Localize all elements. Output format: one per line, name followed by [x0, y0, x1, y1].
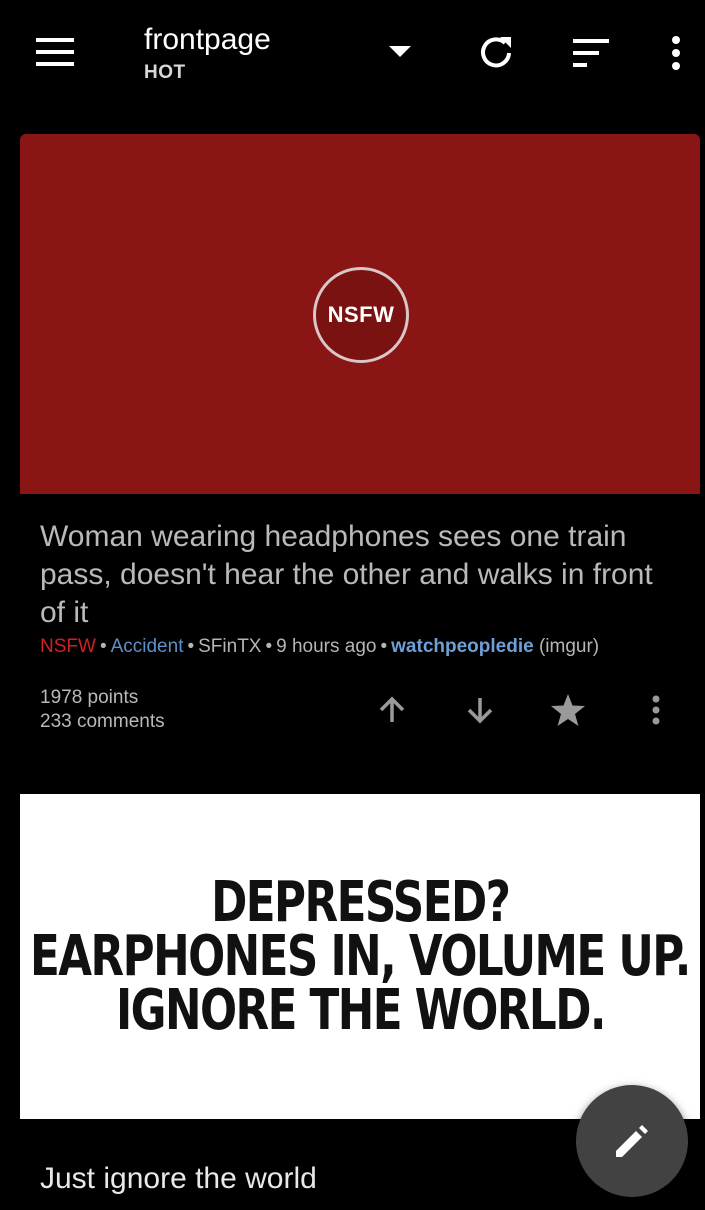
image-text-line: DEPRESSED? [210, 869, 511, 935]
refresh-icon [481, 37, 511, 68]
downvote-button[interactable] [458, 688, 502, 732]
nsfw-badge: NSFW [313, 267, 409, 363]
pencil-icon [616, 1125, 648, 1157]
post-image-thumbnail[interactable]: DEPRESSED? EARPHONES IN, VOLUME UP. IGNO… [20, 794, 700, 1119]
separator-dot: • [265, 636, 273, 657]
compose-post-button[interactable] [576, 1085, 688, 1197]
post-comments[interactable]: 233 comments [40, 710, 165, 734]
post-more-button[interactable] [634, 688, 678, 732]
refresh-button[interactable] [470, 26, 522, 78]
post-flair: Accident [110, 636, 184, 657]
save-star-button[interactable] [546, 688, 590, 732]
page-title: frontpage [144, 23, 271, 56]
overflow-icon [672, 36, 680, 70]
dropdown-arrow-icon [389, 46, 411, 57]
post-subreddit[interactable]: watchpeopledie [391, 636, 534, 657]
app-root: frontpage HOT NSFW Woman wearing headpho… [0, 0, 705, 1210]
post-time: 9 hours ago [276, 636, 377, 657]
upvote-button[interactable] [370, 688, 414, 732]
overflow-menu-button[interactable] [656, 28, 696, 78]
subreddit-dropdown-button[interactable] [380, 32, 420, 72]
post-title[interactable]: Just ignore the world [40, 1160, 670, 1198]
more-vert-icon [652, 695, 660, 725]
arrow-down-icon [467, 698, 493, 724]
post-meta: NSFW • Accident • SFinTX • 9 hours ago • watchpe… [40, 636, 599, 658]
star-icon [551, 694, 585, 726]
subreddit-title-block[interactable]: frontpage HOT [144, 22, 271, 84]
arrow-up-icon [379, 696, 405, 722]
post-thumbnail-nsfw[interactable]: NSFW [20, 134, 700, 494]
sort-label: HOT [144, 62, 186, 83]
sort-icon [573, 39, 609, 67]
post-title[interactable]: Woman wearing headphones sees one train … [40, 518, 670, 632]
sort-button[interactable] [566, 28, 618, 78]
menu-icon [36, 38, 74, 66]
image-text-line: EARPHONES IN, VOLUME UP. [30, 923, 691, 989]
toolbar: frontpage HOT [0, 0, 705, 108]
post-author[interactable]: SFinTX [198, 636, 261, 657]
separator-dot: • [99, 636, 107, 657]
nsfw-tag: NSFW [40, 636, 96, 657]
post-domain: (imgur) [538, 636, 600, 657]
post-points: 1978 points [40, 687, 139, 708]
separator-dot: • [187, 636, 195, 657]
menu-button[interactable] [28, 30, 84, 74]
image-text-line: IGNORE THE WORLD. [115, 977, 607, 1043]
post-stats: 1978 points 233 comments [40, 686, 165, 734]
separator-dot: • [380, 636, 388, 657]
